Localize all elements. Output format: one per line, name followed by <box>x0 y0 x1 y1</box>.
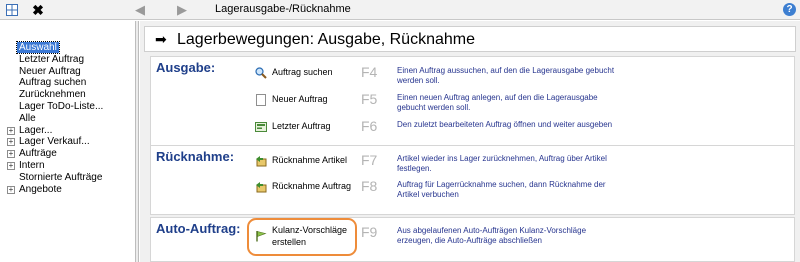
ruecknahme-artikel-button[interactable]: Rücknahme Artikel <box>272 155 347 165</box>
tree-item-stornierte-auftraege[interactable]: Stornierte Aufträge <box>7 172 103 184</box>
section-ruecknahme: Rücknahme: Rücknahme Artikel F7 Artikel … <box>150 145 795 215</box>
sidebar: Auswahl Letzter Auftrag Neuer Auftrag Au… <box>0 21 135 262</box>
tree-item-auftraege[interactable]: + Aufträge <box>7 148 103 160</box>
page-title: Lagerbewegungen: Ausgabe, Rücknahme <box>177 31 475 48</box>
shortcut-key: F4 <box>361 64 378 80</box>
tree-item-label: Stornierte Aufträge <box>19 171 103 183</box>
action-row-auftrag-suchen[interactable]: Auftrag suchen F4 Einen Auftrag aussuche… <box>151 64 796 85</box>
tree-item-label: Neuer Auftrag <box>19 65 81 77</box>
shortcut-key: F6 <box>361 118 378 134</box>
tree-item-lager-todo-liste[interactable]: Lager ToDo-Liste... <box>7 101 103 113</box>
expand-icon[interactable]: + <box>7 161 15 170</box>
magnifier-icon <box>255 67 267 79</box>
kulanz-vorschlaege-button[interactable]: Kulanz-Vorschläge erstellen <box>272 224 347 248</box>
tree-item-label: Aufträge <box>19 148 57 160</box>
tree-item-label: Alle <box>19 112 36 124</box>
tree-item-label: Auftrag suchen <box>19 77 87 89</box>
tree-item-alle[interactable]: Alle <box>7 113 103 125</box>
ruecknahme-auftrag-button[interactable]: Rücknahme Auftrag <box>272 181 351 191</box>
grid-icon[interactable] <box>5 3 19 17</box>
expand-icon[interactable]: + <box>7 185 15 194</box>
tree-item-label: Intern <box>19 159 45 171</box>
action-row-neuer-auftrag[interactable]: Neuer Auftrag F5 Einen neuen Auftrag anl… <box>151 91 796 112</box>
shortcut-key: F8 <box>361 178 378 194</box>
tree-item-lager[interactable]: + Lager... <box>7 125 103 137</box>
page-header: ➡ Lagerbewegungen: Ausgabe, Rücknahme <box>144 26 796 52</box>
tree-item-label: Zurücknehmen <box>19 89 86 101</box>
blank-page-icon <box>255 94 267 106</box>
tree-item-label: Lager Verkauf... <box>19 136 90 148</box>
expand-icon[interactable]: + <box>7 126 15 135</box>
tree-item-label: Lager... <box>19 124 53 136</box>
return-order-icon <box>255 181 267 193</box>
return-item-icon <box>255 155 267 167</box>
tree-item-letzter-auftrag[interactable]: Letzter Auftrag <box>7 54 103 66</box>
tree-item-auftrag-suchen[interactable]: Auftrag suchen <box>7 77 103 89</box>
auftrag-suchen-button[interactable]: Auftrag suchen <box>272 67 333 77</box>
action-row-kulanz-vorschlaege[interactable]: Kulanz-Vorschläge erstellen F9 Aus abgel… <box>151 224 796 254</box>
tree-item-zuruecknehmen[interactable]: Zurücknehmen <box>7 89 103 101</box>
tree-item-lager-verkauf[interactable]: + Lager Verkauf... <box>7 136 103 148</box>
close-icon[interactable]: ✖ <box>31 3 45 17</box>
arrow-right-icon: ➡ <box>155 31 167 47</box>
action-description: Aus abgelaufenen Auto-Aufträgen Kulanz-V… <box>397 226 587 245</box>
shortcut-key: F5 <box>361 91 378 107</box>
help-icon[interactable]: ? <box>783 3 796 16</box>
action-row-ruecknahme-auftrag[interactable]: Rücknahme Auftrag F8 Auftrag für Lagerrü… <box>151 178 796 199</box>
back-arrow-icon[interactable]: ◀ <box>133 2 147 17</box>
breadcrumb: Lagerausgabe-/Rücknahme <box>215 3 351 15</box>
tree-item-auswahl[interactable]: Auswahl <box>7 41 103 54</box>
main-panel: ➡ Lagerbewegungen: Ausgabe, Rücknahme Au… <box>140 21 800 262</box>
action-row-ruecknahme-artikel[interactable]: Rücknahme Artikel F7 Artikel wieder ins … <box>151 152 796 173</box>
tree-item-label: Letzter Auftrag <box>19 53 85 65</box>
tree-item-neuer-auftrag[interactable]: Neuer Auftrag <box>7 66 103 78</box>
section-auto-auftrag: Auto-Auftrag: Kulanz-Vorschläge erstelle… <box>150 217 795 262</box>
tree-item-intern[interactable]: + Intern <box>7 160 103 172</box>
expand-icon[interactable]: + <box>7 138 15 147</box>
shortcut-key: F9 <box>361 224 378 240</box>
action-description: Den zuletzt bearbeiteten Auftrag öffnen … <box>397 120 613 129</box>
action-description: Artikel wieder ins Lager zurücknehmen, A… <box>397 154 607 173</box>
navigation-tree: Auswahl Letzter Auftrag Neuer Auftrag Au… <box>7 41 103 196</box>
action-description: Einen neuen Auftrag anlegen, auf den die… <box>397 93 598 112</box>
tree-item-label: Auswahl <box>16 41 60 54</box>
letzter-auftrag-button[interactable]: Letzter Auftrag <box>272 121 331 131</box>
flag-icon <box>255 230 267 242</box>
action-row-letzter-auftrag[interactable]: Letzter Auftrag F6 Den zuletzt bearbeite… <box>151 118 796 139</box>
forward-arrow-icon[interactable]: ▶ <box>175 2 189 17</box>
tree-item-angebote[interactable]: + Angebote <box>7 184 103 196</box>
action-description: Einen Auftrag aussuchen, auf den die Lag… <box>397 66 615 85</box>
tree-item-label: Lager ToDo-Liste... <box>19 100 104 112</box>
shortcut-key: F7 <box>361 152 378 168</box>
tree-item-label: Angebote <box>19 183 62 195</box>
expand-icon[interactable]: + <box>7 150 15 159</box>
recent-order-icon <box>255 121 267 133</box>
toolbar: ✖ ◀ ▶ Lagerausgabe-/Rücknahme ? <box>0 0 800 20</box>
action-label-line: erstellen <box>272 237 307 247</box>
action-description: Auftrag für Lagerrücknahme suchen, dann … <box>397 180 606 199</box>
action-label-line: Kulanz-Vorschläge <box>272 225 348 235</box>
pane-splitter[interactable] <box>135 21 139 262</box>
neuer-auftrag-button[interactable]: Neuer Auftrag <box>272 94 328 104</box>
